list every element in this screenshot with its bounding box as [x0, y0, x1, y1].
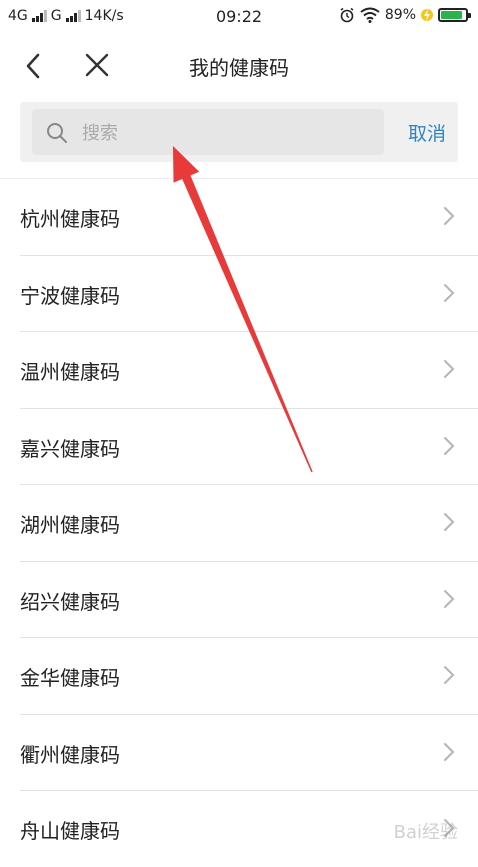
list-item-label: 杭州健康码: [20, 207, 120, 231]
list-item[interactable]: 金华健康码: [20, 638, 478, 715]
status-right: 89%: [339, 7, 471, 23]
watermark: Bai经验: [393, 822, 458, 843]
search-input[interactable]: [80, 109, 374, 157]
wifi-icon: [360, 7, 380, 23]
list-item-label: 嘉兴健康码: [20, 436, 120, 461]
search-bar: 取消: [20, 102, 458, 162]
list-item[interactable]: 湖州健康码: [20, 485, 478, 562]
list-item-label: 舟山健康码: [20, 819, 120, 843]
list-item[interactable]: 嘉兴健康码: [20, 409, 478, 485]
page-title: 我的健康码: [189, 56, 289, 80]
search-icon: [47, 123, 67, 143]
nav-bar: 我的健康码: [0, 34, 478, 96]
battery-percent: 89%: [384, 7, 416, 23]
list-item-label: 衢州健康码: [20, 742, 120, 767]
cancel-button[interactable]: 取消: [408, 119, 446, 146]
list-item[interactable]: 温州健康码: [20, 332, 478, 409]
chevron-right-icon: [444, 742, 455, 761]
list-item[interactable]: 宁波健康码: [20, 256, 478, 332]
list-item[interactable]: 衢州健康码: [20, 715, 478, 791]
list-item[interactable]: 绍兴健康码: [20, 562, 478, 638]
list-item-label: 温州健康码: [20, 360, 120, 384]
charging-icon: [421, 9, 433, 21]
battery-icon: [438, 8, 471, 22]
list-item[interactable]: 杭州健康码: [20, 179, 478, 256]
chevron-right-icon: [444, 436, 455, 455]
search-field[interactable]: [32, 109, 384, 157]
chevron-right-icon: [444, 207, 455, 225]
chevron-right-icon: [444, 666, 455, 684]
health-code-list: 杭州健康码宁波健康码温州健康码嘉兴健康码湖州健康码绍兴健康码金华健康码衢州健康码…: [0, 178, 478, 867]
list-item-label: 金华健康码: [20, 666, 120, 690]
chevron-right-icon: [444, 283, 455, 302]
status-bar: 4G G 14K/s 09:22 89%: [0, 0, 478, 34]
list-item-label: 宁波健康码: [20, 283, 120, 308]
chevron-right-icon: [444, 589, 455, 608]
chevron-right-icon: [444, 513, 455, 531]
list-item-label: 湖州健康码: [20, 513, 120, 537]
alarm-icon: [340, 7, 354, 23]
list-item-label: 绍兴健康码: [20, 589, 120, 614]
battery-fill: [441, 11, 463, 19]
chevron-right-icon: [444, 360, 455, 378]
